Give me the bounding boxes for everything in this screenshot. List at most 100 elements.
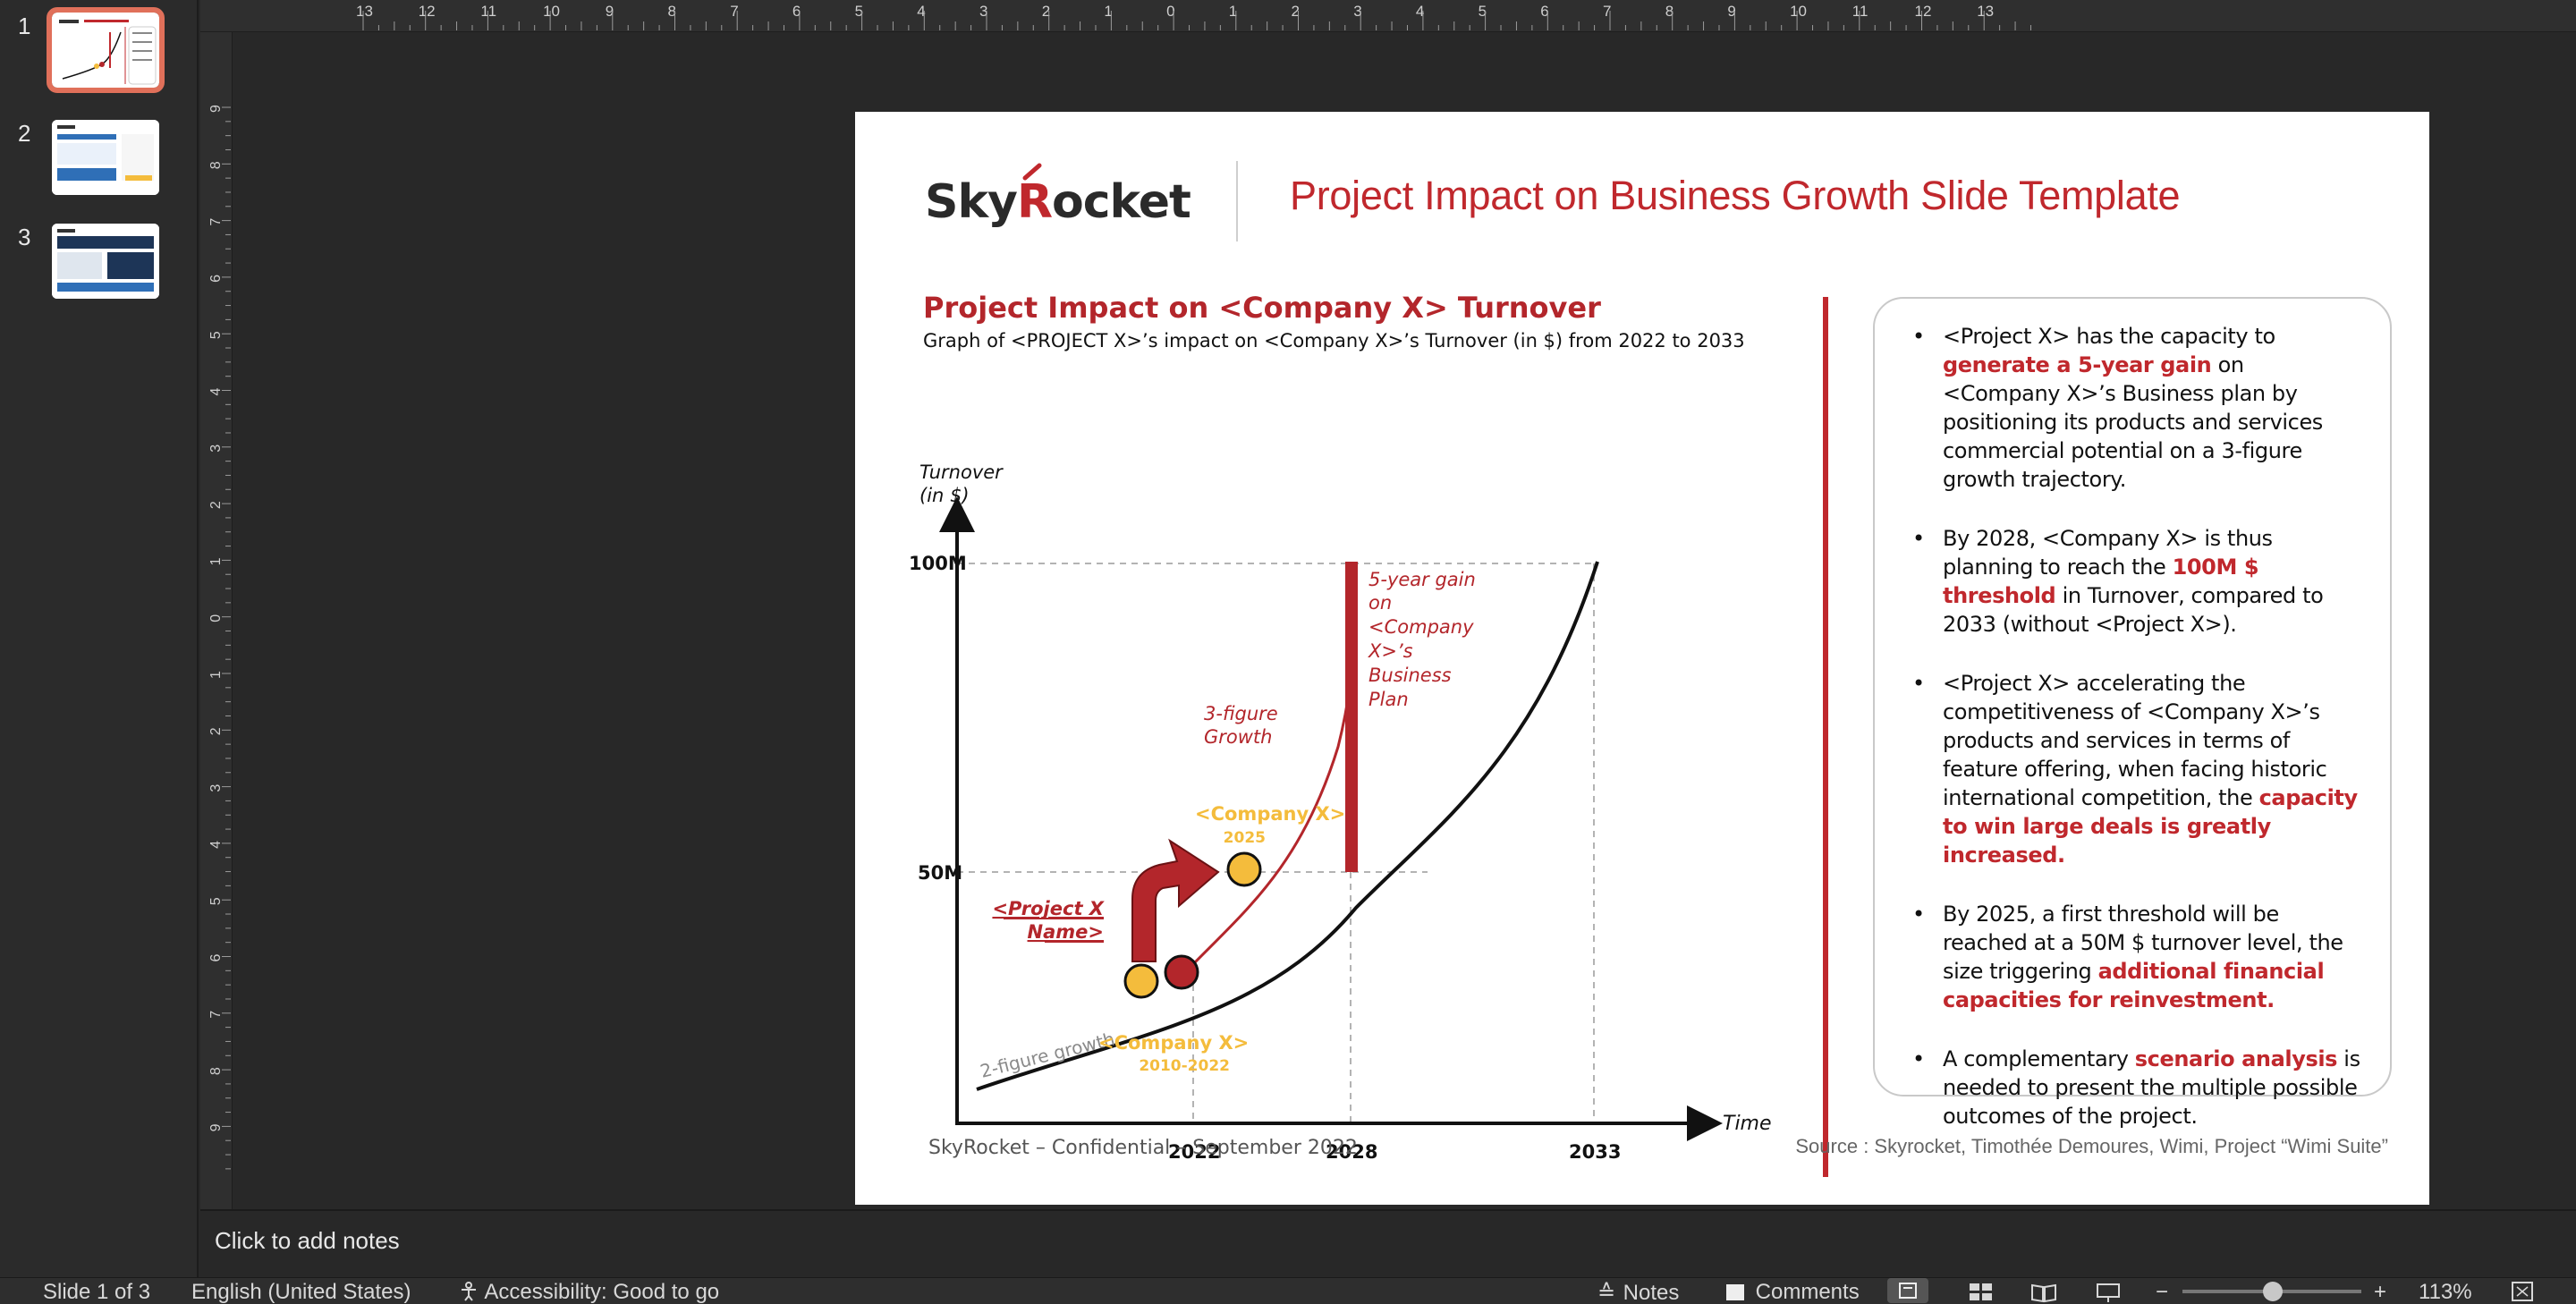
five-year-gain-label-4: X>’s: [1368, 640, 1413, 662]
ruler-tick-label: 8: [208, 1067, 224, 1075]
project-x-name-label-1: <Project X: [992, 898, 1105, 919]
ruler-tick-label: 2: [208, 727, 224, 735]
slide-editing-canvas[interactable]: SkyRocket Project Impact on Business Gro…: [234, 34, 2576, 1207]
ruler-tick-label: 4: [208, 388, 224, 396]
ruler-tick-label: 1: [208, 557, 224, 565]
ruler-tick-label: 12: [419, 3, 436, 20]
ruler-tick-label: 0: [208, 614, 224, 622]
key-points-box[interactable]: <Project X> has the capacity to generate…: [1873, 297, 2392, 1129]
five-year-gain-label-1: 5-year gain: [1368, 569, 1476, 590]
zoom-in-button[interactable]: +: [2374, 1280, 2386, 1304]
key-points-list: <Project X> has the capacity to generate…: [1909, 322, 2363, 1130]
notes-icon: ≙: [1597, 1281, 1616, 1304]
company-x-2010-2022-label: <Company X>: [1098, 1032, 1249, 1054]
ruler-tick-label: 11: [1852, 3, 1868, 20]
comments-icon: [1726, 1284, 1744, 1300]
slide-sorter-button[interactable]: [1968, 1280, 1995, 1304]
key-point-highlight: generate a 5-year gain: [1943, 352, 2212, 377]
key-point-item[interactable]: By 2028, <Company X> is thus planning to…: [1909, 524, 2363, 639]
five-year-gain-label-3: <Company: [1368, 616, 1474, 638]
slide-thumbnail-pane[interactable]: 1 2 3: [0, 0, 199, 1277]
thumbnail-number: 3: [18, 224, 31, 250]
horizontal-ruler-scale: 13 12 11 10 9 8 7 6 5 4 3 2 1 0 1 2 3 4 5 6 7 8 9 10 11 12 13: [356, 3, 2031, 30]
project-x-name-label-2: Name>: [1028, 921, 1104, 943]
ruler-tick-label: 10: [1790, 3, 1807, 20]
company-x-2025-marker: [1226, 851, 1262, 887]
fit-to-window-icon: [2512, 1282, 2533, 1301]
thumbnail-number: 1: [18, 13, 31, 39]
ruler-tick-label: 13: [356, 3, 373, 20]
vertical-ruler-scale: 9 8 7 6 5 4 3 2 1 0 1 2 3 4 5 6 7 8 9: [208, 105, 231, 1170]
three-figure-growth-label-2: Growth: [1204, 726, 1272, 748]
normal-view-button[interactable]: [1887, 1278, 1928, 1303]
ruler-tick-label: 7: [208, 1011, 224, 1019]
zoom-level[interactable]: 113%: [2419, 1280, 2472, 1304]
thumbnail-row-1[interactable]: 1: [0, 7, 199, 102]
slide-thumbnail-2[interactable]: [52, 120, 159, 195]
reading-view-button[interactable]: [2030, 1280, 2057, 1304]
ruler-tick-label: 3: [208, 445, 224, 453]
accessibility-checker[interactable]: Accessibility: Good to go: [458, 1280, 719, 1304]
zoom-out-button[interactable]: −: [2156, 1280, 2168, 1304]
ruler-tick-label: 7: [208, 218, 224, 226]
turnover-chart[interactable]: Turnover (in $) Time 100M 50M 2022 2028 …: [891, 371, 1785, 1176]
key-point-item[interactable]: A complementary scenario analysis is nee…: [1909, 1045, 2363, 1130]
ruler-tick-label: 6: [208, 275, 224, 283]
notes-placeholder[interactable]: Click to add notes: [215, 1227, 400, 1255]
ruler-tick-label: 11: [480, 3, 496, 20]
normal-view-icon: [1899, 1283, 1917, 1299]
thumbnail-row-3[interactable]: 3: [0, 224, 199, 313]
header-divider: [1236, 161, 1238, 241]
comments-toggle-button[interactable]: Comments: [1726, 1280, 1860, 1304]
vertical-ruler[interactable]: 9 8 7 6 5 4 3 2 1 0 1 2 3 4 5 6 7 8 9: [200, 32, 233, 1209]
slide-sorter-icon: [1970, 1283, 1992, 1300]
ruler-tick-label: 1: [208, 671, 224, 679]
accessibility-icon: [462, 1282, 476, 1301]
ruler-tick-label: 5: [208, 897, 224, 905]
horizontal-ruler[interactable]: 13 12 11 10 9 8 7 6 5 4 3 2 1 0 1 2 3 4 5 6 7 8 9 10 11 12 13: [200, 0, 2576, 32]
key-point-item[interactable]: <Project X> accelerating the competitive…: [1909, 669, 2363, 869]
chart-title[interactable]: Project Impact on <Company X> Turnover: [923, 291, 1601, 325]
x-tick-2033: 2033: [1569, 1141, 1621, 1163]
five-year-gain-bar: [1345, 562, 1358, 872]
slide-show-icon: [2097, 1283, 2120, 1302]
five-year-gain-label-6: Plan: [1368, 689, 1409, 710]
baseline-growth-label: 2-figure growth: [978, 1028, 1116, 1082]
slide-thumbnail-1[interactable]: [47, 7, 165, 93]
key-point-item[interactable]: <Project X> has the capacity to generate…: [1909, 322, 2363, 494]
key-point-item[interactable]: By 2025, a first threshold will be reach…: [1909, 900, 2363, 1014]
zoom-slider-thumb[interactable]: [2263, 1282, 2283, 1301]
ruler-tick-label: 13: [1977, 3, 1994, 20]
slide-title[interactable]: Project Impact on Business Growth Slide …: [1290, 173, 2181, 219]
ruler-tick-label: 6: [208, 954, 224, 962]
slide-thumbnail-preview: [54, 14, 157, 86]
accelerated-growth-curve: [1191, 563, 1358, 966]
chart-subtitle[interactable]: Graph of <PROJECT X>’s impact on <Compan…: [923, 330, 1745, 351]
notes-toggle-button[interactable]: ≙ Notes: [1597, 1280, 1679, 1304]
slide-thumbnail-preview: [52, 224, 159, 299]
thumbnail-row-2[interactable]: 2: [0, 120, 199, 209]
svg-text:SkyRocket: SkyRocket: [925, 175, 1191, 229]
five-year-gain-label-5: Business: [1368, 665, 1452, 686]
notes-pane[interactable]: Click to add notes: [200, 1209, 2576, 1277]
language-indicator[interactable]: English (United States): [191, 1280, 411, 1304]
footer-source[interactable]: Source : Skyrocket, Timothée Demoures, W…: [1795, 1135, 2388, 1158]
company-x-2010-2022-years: 2010-2022: [1139, 1057, 1230, 1075]
ruler-tick-label: 2: [208, 501, 224, 509]
comments-toggle-label: Comments: [1755, 1280, 1860, 1304]
content-divider: [1823, 297, 1828, 1177]
y-tick-50m: 50M: [918, 862, 962, 884]
slide-show-button[interactable]: [2095, 1280, 2122, 1304]
slide-1[interactable]: SkyRocket Project Impact on Business Gro…: [855, 112, 2429, 1205]
slide-thumbnail-3[interactable]: [52, 224, 159, 299]
company-x-2025-year: 2025: [1224, 829, 1266, 847]
ruler-tick-label: 9: [208, 105, 224, 113]
ruler-tick-label: 9: [208, 1123, 224, 1131]
status-bar: Slide 1 of 3 English (United States) Acc…: [0, 1277, 2576, 1304]
skyrocket-logo: SkyRocket: [925, 163, 1191, 229]
footer-confidential[interactable]: SkyRocket – Confidential – September 202…: [928, 1137, 1358, 1159]
y-axis-label-line-2: (in $): [919, 485, 970, 506]
fit-to-window-button[interactable]: [2510, 1280, 2535, 1304]
three-figure-growth-label-1: 3-figure: [1204, 703, 1278, 724]
key-point-highlight: scenario analysis: [2134, 1046, 2338, 1071]
